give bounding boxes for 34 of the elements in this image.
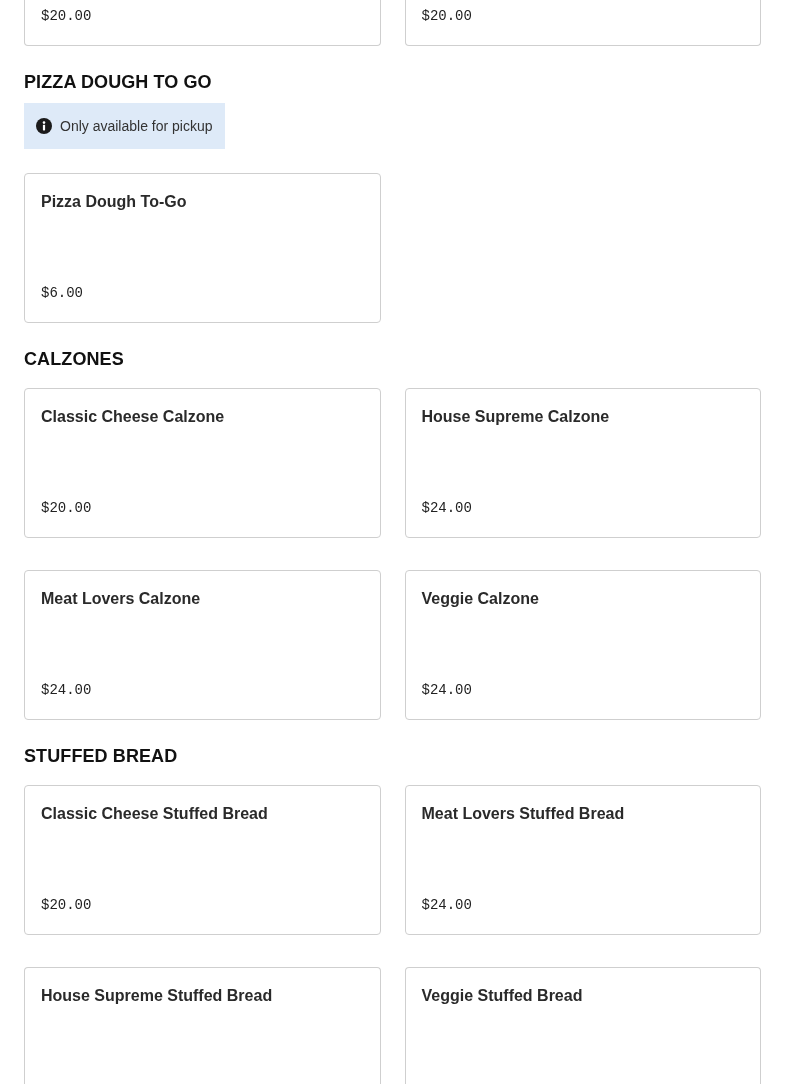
menu-item-card[interactable]: Pizza Dough To-Go $6.00 <box>24 173 381 323</box>
menu-item-card[interactable]: $20.00 <box>404 0 761 46</box>
item-price: $20.00 <box>41 896 93 915</box>
menu-item-card[interactable]: Veggie Stuffed Bread <box>404 967 761 1084</box>
menu-item-card[interactable]: Classic Cheese Stuffed Bread $20.00 <box>24 785 381 935</box>
info-icon <box>36 118 52 134</box>
section-heading: PIZZA DOUGH TO GO <box>24 71 213 94</box>
item-price: $20.00 <box>41 7 93 26</box>
menu-item-card[interactable]: Veggie Calzone $24.00 <box>404 570 761 720</box>
item-price: $24.00 <box>421 499 473 518</box>
menu-item-card[interactable]: House Supreme Stuffed Bread <box>24 967 381 1084</box>
item-name: Veggie Calzone <box>421 589 540 609</box>
item-name: Meat Lovers Calzone <box>41 589 202 609</box>
menu-item-card[interactable]: Classic Cheese Calzone $20.00 <box>24 388 381 538</box>
item-name: House Supreme Calzone <box>421 407 611 427</box>
item-price: $6.00 <box>41 284 84 303</box>
item-name: Meat Lovers Stuffed Bread <box>421 804 626 824</box>
item-name: Classic Cheese Stuffed Bread <box>41 804 269 824</box>
item-name: Pizza Dough To-Go <box>41 192 188 212</box>
notice-text: Only available for pickup <box>60 118 213 134</box>
item-name: Veggie Stuffed Bread <box>421 986 584 1006</box>
item-price: $24.00 <box>421 896 473 915</box>
menu-item-card[interactable]: House Supreme Calzone $24.00 <box>404 388 761 538</box>
menu-item-card[interactable]: $20.00 <box>24 0 381 46</box>
menu-item-card[interactable]: Meat Lovers Stuffed Bread $24.00 <box>404 785 761 935</box>
item-price: $20.00 <box>421 7 473 26</box>
section-heading: STUFFED BREAD <box>24 745 179 768</box>
section-heading: CALZONES <box>24 348 125 371</box>
item-price: $20.00 <box>41 499 93 518</box>
item-name: House Supreme Stuffed Bread <box>41 986 274 1006</box>
menu-item-card[interactable]: Meat Lovers Calzone $24.00 <box>24 570 381 720</box>
item-name: Classic Cheese Calzone <box>41 407 226 427</box>
item-price: $24.00 <box>41 681 93 700</box>
item-price: $24.00 <box>421 681 473 700</box>
